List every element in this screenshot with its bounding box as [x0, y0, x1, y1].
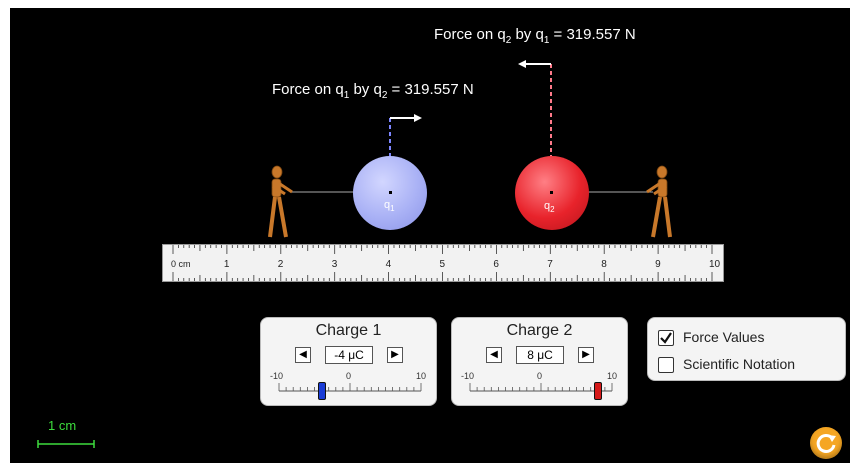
charge1-decrement-button[interactable]: ◀: [295, 347, 311, 363]
ruler-label: 9: [655, 259, 661, 270]
scientific-notation-label[interactable]: Scientific Notation: [683, 356, 795, 372]
reset-icon: [816, 433, 836, 453]
force-values-label[interactable]: Force Values: [683, 329, 764, 345]
options-panel: Force Values Scientific Notation: [647, 317, 846, 381]
reset-button[interactable]: [810, 427, 842, 459]
charge1-slider-thumb[interactable]: [317, 382, 326, 400]
ruler-label: 10: [709, 259, 721, 270]
scale-label: 1 cm: [48, 418, 77, 433]
simulation-stage: Force on q2 by q1 = 319.557 N Force on q…: [10, 8, 850, 463]
ruler-label: 5: [440, 259, 446, 270]
ruler-label: 7: [547, 259, 553, 270]
scientific-notation-checkbox[interactable]: [658, 357, 674, 373]
charge1-increment-button[interactable]: ▶: [387, 347, 403, 363]
ruler-label: 4: [386, 259, 392, 270]
charge1-title: Charge 1: [315, 322, 382, 339]
charge2-value-field[interactable]: 8 μC: [516, 346, 564, 364]
q1-arrow-head-icon: [414, 114, 422, 122]
charge2-increment-button[interactable]: ▶: [578, 347, 594, 363]
charge1-slider-track[interactable]: [275, 380, 425, 398]
left-puller-icon: [268, 165, 293, 238]
ruler-ticks: 0 cm 1 2 3 4 5 6 7 8 9 10: [171, 245, 721, 281]
ruler-label: 6: [493, 259, 499, 270]
force-values-checkbox[interactable]: [658, 330, 674, 346]
charge-q2-label: q2: [544, 200, 555, 215]
q2-arrow-head-icon: [518, 60, 526, 68]
charge1-value-field[interactable]: -4 μC: [325, 346, 373, 364]
charge-q1-label: q1: [384, 199, 395, 214]
ruler-label: 8: [601, 259, 607, 270]
ruler-label: 0 cm: [171, 259, 191, 269]
charge1-panel: Charge 1 ◀ -4 μC ▶ -10 0 10: [260, 317, 437, 406]
charge2-panel: Charge 2 ◀ 8 μC ▶ -10 0 10: [451, 317, 628, 406]
right-puller-icon: [646, 165, 672, 238]
ruler-label: 2: [278, 259, 284, 270]
ruler[interactable]: 0 cm 1 2 3 4 5 6 7 8 9 10: [162, 244, 724, 282]
charge-q1-center-dot: [389, 191, 392, 194]
charge2-title: Charge 2: [506, 322, 573, 339]
scale-bar: [37, 440, 95, 448]
charge2-decrement-button[interactable]: ◀: [486, 347, 502, 363]
check-icon: [660, 332, 672, 344]
charge2-slider-thumb[interactable]: [593, 382, 602, 400]
ruler-label: 1: [224, 259, 230, 270]
ruler-label: 3: [332, 259, 338, 270]
charge-q2-center-dot: [550, 191, 553, 194]
